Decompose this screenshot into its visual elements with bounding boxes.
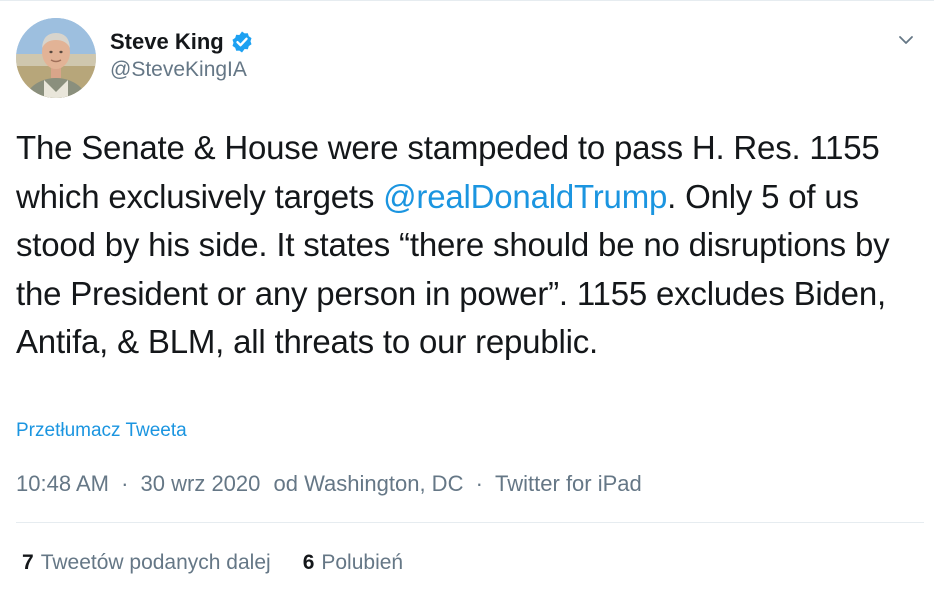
likes-stat[interactable]: 6 Polubień xyxy=(303,551,403,575)
tweet-text: The Senate & House were stampeded to pas… xyxy=(16,124,921,367)
verified-badge-icon xyxy=(230,30,254,54)
tweet-stats: 7 Tweetów podanych dalej 6 Polubień xyxy=(22,551,403,575)
display-name-row: Steve King xyxy=(110,28,254,56)
retweets-label: Tweetów podanych dalej xyxy=(40,551,271,574)
translate-tweet-link[interactable]: Przetłumacz Tweeta xyxy=(16,420,187,442)
meta-separator-2: · xyxy=(475,471,483,496)
tweet-meta: 10:48 AM · 30 wrz 2020 od Washington, DC… xyxy=(16,471,642,497)
tweet-time[interactable]: 10:48 AM xyxy=(16,471,109,497)
mention-link[interactable]: @realDonaldTrump xyxy=(383,178,667,215)
tweet-location[interactable]: od Washington, DC xyxy=(274,471,464,497)
display-name[interactable]: Steve King xyxy=(110,29,224,55)
divider xyxy=(16,522,924,523)
author-names: Steve King @SteveKingIA xyxy=(110,28,254,82)
tweet-date[interactable]: 30 wrz 2020 xyxy=(141,471,261,497)
likes-count: 6 xyxy=(302,551,315,574)
tweet-source[interactable]: Twitter for iPad xyxy=(495,471,642,497)
chevron-down-icon[interactable] xyxy=(894,28,918,52)
tweet-header: Steve King @SteveKingIA xyxy=(16,18,918,100)
author-handle[interactable]: @SteveKingIA xyxy=(110,58,254,82)
likes-label: Polubień xyxy=(321,551,404,574)
retweets-count: 7 xyxy=(22,551,34,574)
avatar-image xyxy=(16,18,96,98)
top-border xyxy=(0,0,934,1)
avatar[interactable] xyxy=(16,18,96,98)
meta-separator: · xyxy=(121,471,129,496)
retweets-stat[interactable]: 7 Tweetów podanych dalej xyxy=(22,551,271,575)
